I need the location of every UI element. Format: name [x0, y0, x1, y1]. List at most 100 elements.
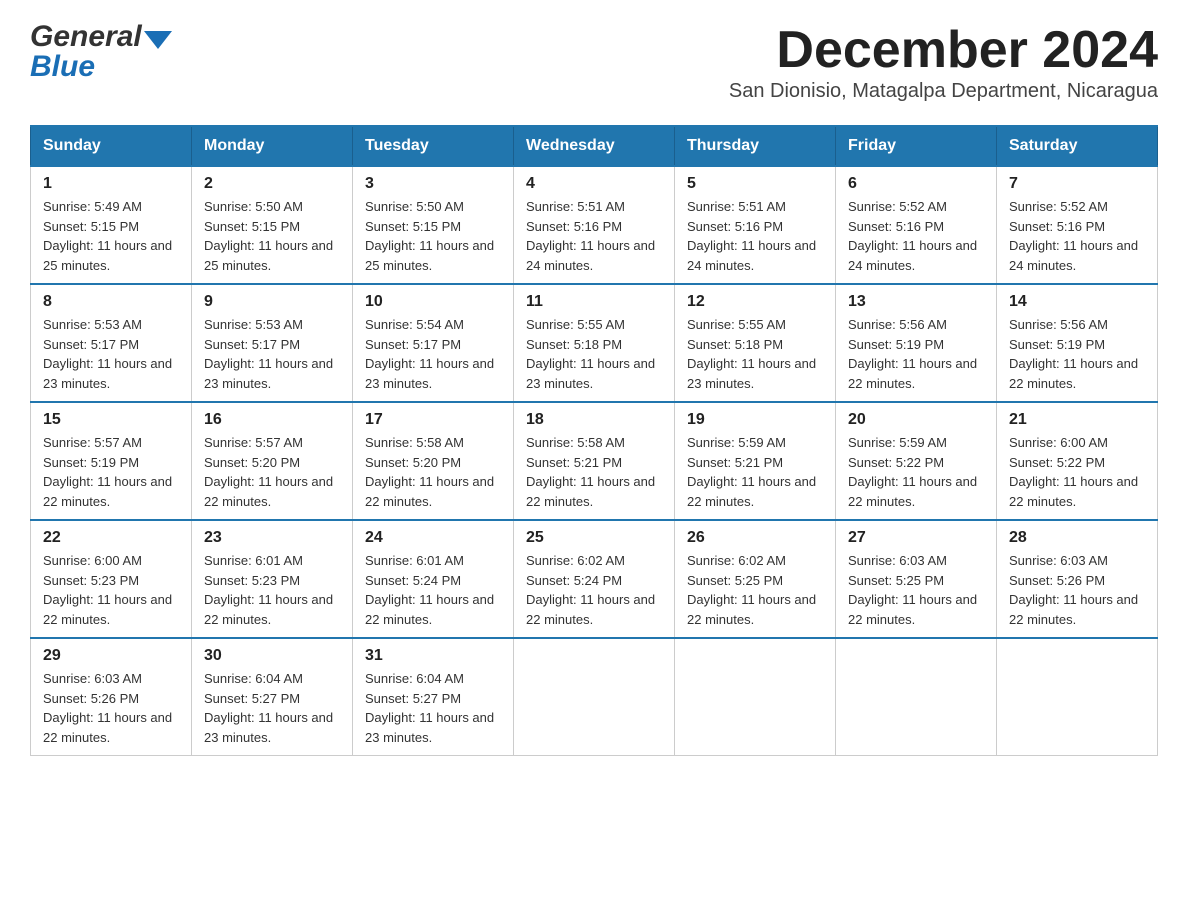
day-number: 7 — [1009, 175, 1145, 193]
table-row: 19 Sunrise: 5:59 AM Sunset: 5:21 PM Dayl… — [675, 402, 836, 520]
day-info: Sunrise: 6:04 AM Sunset: 5:27 PM Dayligh… — [365, 669, 501, 747]
table-row: 24 Sunrise: 6:01 AM Sunset: 5:24 PM Dayl… — [353, 520, 514, 638]
logo-arrow-icon — [144, 31, 172, 49]
day-info: Sunrise: 6:02 AM Sunset: 5:25 PM Dayligh… — [687, 551, 823, 629]
day-number: 5 — [687, 175, 823, 193]
table-row: 23 Sunrise: 6:01 AM Sunset: 5:23 PM Dayl… — [192, 520, 353, 638]
day-number: 20 — [848, 411, 984, 429]
day-number: 29 — [43, 647, 179, 665]
table-row — [997, 638, 1158, 756]
table-row: 27 Sunrise: 6:03 AM Sunset: 5:25 PM Dayl… — [836, 520, 997, 638]
col-sunday: Sunday — [31, 126, 192, 166]
day-number: 31 — [365, 647, 501, 665]
day-number: 6 — [848, 175, 984, 193]
location-subtitle: San Dionisio, Matagalpa Department, Nica… — [729, 80, 1158, 103]
table-row: 21 Sunrise: 6:00 AM Sunset: 5:22 PM Dayl… — [997, 402, 1158, 520]
month-title: December 2024 — [729, 20, 1158, 80]
day-number: 27 — [848, 529, 984, 547]
day-number: 26 — [687, 529, 823, 547]
table-row: 8 Sunrise: 5:53 AM Sunset: 5:17 PM Dayli… — [31, 284, 192, 402]
table-row: 15 Sunrise: 5:57 AM Sunset: 5:19 PM Dayl… — [31, 402, 192, 520]
table-row — [836, 638, 997, 756]
calendar-table: Sunday Monday Tuesday Wednesday Thursday… — [30, 125, 1158, 756]
day-info: Sunrise: 5:53 AM Sunset: 5:17 PM Dayligh… — [43, 315, 179, 393]
day-number: 28 — [1009, 529, 1145, 547]
page-header: General Blue December 2024 San Dionisio,… — [30, 20, 1158, 117]
logo: General Blue — [30, 20, 172, 84]
table-row: 18 Sunrise: 5:58 AM Sunset: 5:21 PM Dayl… — [514, 402, 675, 520]
day-info: Sunrise: 5:59 AM Sunset: 5:21 PM Dayligh… — [687, 433, 823, 511]
table-row: 16 Sunrise: 5:57 AM Sunset: 5:20 PM Dayl… — [192, 402, 353, 520]
table-row: 31 Sunrise: 6:04 AM Sunset: 5:27 PM Dayl… — [353, 638, 514, 756]
day-number: 16 — [204, 411, 340, 429]
day-info: Sunrise: 5:55 AM Sunset: 5:18 PM Dayligh… — [687, 315, 823, 393]
day-info: Sunrise: 5:59 AM Sunset: 5:22 PM Dayligh… — [848, 433, 984, 511]
day-info: Sunrise: 6:01 AM Sunset: 5:23 PM Dayligh… — [204, 551, 340, 629]
day-info: Sunrise: 5:56 AM Sunset: 5:19 PM Dayligh… — [1009, 315, 1145, 393]
table-row: 20 Sunrise: 5:59 AM Sunset: 5:22 PM Dayl… — [836, 402, 997, 520]
day-info: Sunrise: 5:52 AM Sunset: 5:16 PM Dayligh… — [848, 197, 984, 275]
table-row: 2 Sunrise: 5:50 AM Sunset: 5:15 PM Dayli… — [192, 166, 353, 284]
table-row: 13 Sunrise: 5:56 AM Sunset: 5:19 PM Dayl… — [836, 284, 997, 402]
table-row: 14 Sunrise: 5:56 AM Sunset: 5:19 PM Dayl… — [997, 284, 1158, 402]
table-row: 26 Sunrise: 6:02 AM Sunset: 5:25 PM Dayl… — [675, 520, 836, 638]
day-info: Sunrise: 5:54 AM Sunset: 5:17 PM Dayligh… — [365, 315, 501, 393]
day-info: Sunrise: 6:00 AM Sunset: 5:22 PM Dayligh… — [1009, 433, 1145, 511]
day-info: Sunrise: 5:57 AM Sunset: 5:20 PM Dayligh… — [204, 433, 340, 511]
day-info: Sunrise: 6:00 AM Sunset: 5:23 PM Dayligh… — [43, 551, 179, 629]
table-row: 11 Sunrise: 5:55 AM Sunset: 5:18 PM Dayl… — [514, 284, 675, 402]
table-row — [514, 638, 675, 756]
col-tuesday: Tuesday — [353, 126, 514, 166]
day-number: 8 — [43, 293, 179, 311]
day-number: 15 — [43, 411, 179, 429]
day-number: 22 — [43, 529, 179, 547]
table-row: 7 Sunrise: 5:52 AM Sunset: 5:16 PM Dayli… — [997, 166, 1158, 284]
table-row: 4 Sunrise: 5:51 AM Sunset: 5:16 PM Dayli… — [514, 166, 675, 284]
day-number: 14 — [1009, 293, 1145, 311]
day-info: Sunrise: 5:55 AM Sunset: 5:18 PM Dayligh… — [526, 315, 662, 393]
day-info: Sunrise: 6:03 AM Sunset: 5:25 PM Dayligh… — [848, 551, 984, 629]
table-row: 22 Sunrise: 6:00 AM Sunset: 5:23 PM Dayl… — [31, 520, 192, 638]
day-number: 2 — [204, 175, 340, 193]
day-info: Sunrise: 5:52 AM Sunset: 5:16 PM Dayligh… — [1009, 197, 1145, 275]
day-number: 24 — [365, 529, 501, 547]
day-info: Sunrise: 5:58 AM Sunset: 5:20 PM Dayligh… — [365, 433, 501, 511]
day-info: Sunrise: 5:51 AM Sunset: 5:16 PM Dayligh… — [526, 197, 662, 275]
col-monday: Monday — [192, 126, 353, 166]
day-info: Sunrise: 6:03 AM Sunset: 5:26 PM Dayligh… — [1009, 551, 1145, 629]
table-row: 12 Sunrise: 5:55 AM Sunset: 5:18 PM Dayl… — [675, 284, 836, 402]
day-number: 21 — [1009, 411, 1145, 429]
day-number: 11 — [526, 293, 662, 311]
table-row: 1 Sunrise: 5:49 AM Sunset: 5:15 PM Dayli… — [31, 166, 192, 284]
day-info: Sunrise: 5:49 AM Sunset: 5:15 PM Dayligh… — [43, 197, 179, 275]
day-number: 9 — [204, 293, 340, 311]
table-row: 6 Sunrise: 5:52 AM Sunset: 5:16 PM Dayli… — [836, 166, 997, 284]
day-info: Sunrise: 5:53 AM Sunset: 5:17 PM Dayligh… — [204, 315, 340, 393]
table-row: 25 Sunrise: 6:02 AM Sunset: 5:24 PM Dayl… — [514, 520, 675, 638]
day-number: 17 — [365, 411, 501, 429]
day-number: 10 — [365, 293, 501, 311]
day-info: Sunrise: 5:50 AM Sunset: 5:15 PM Dayligh… — [365, 197, 501, 275]
calendar-week-row: 15 Sunrise: 5:57 AM Sunset: 5:19 PM Dayl… — [31, 402, 1158, 520]
calendar-week-row: 8 Sunrise: 5:53 AM Sunset: 5:17 PM Dayli… — [31, 284, 1158, 402]
day-number: 19 — [687, 411, 823, 429]
day-number: 1 — [43, 175, 179, 193]
day-info: Sunrise: 6:04 AM Sunset: 5:27 PM Dayligh… — [204, 669, 340, 747]
table-row: 5 Sunrise: 5:51 AM Sunset: 5:16 PM Dayli… — [675, 166, 836, 284]
col-wednesday: Wednesday — [514, 126, 675, 166]
day-info: Sunrise: 5:57 AM Sunset: 5:19 PM Dayligh… — [43, 433, 179, 511]
table-row: 30 Sunrise: 6:04 AM Sunset: 5:27 PM Dayl… — [192, 638, 353, 756]
day-info: Sunrise: 5:50 AM Sunset: 5:15 PM Dayligh… — [204, 197, 340, 275]
day-info: Sunrise: 6:02 AM Sunset: 5:24 PM Dayligh… — [526, 551, 662, 629]
calendar-week-row: 22 Sunrise: 6:00 AM Sunset: 5:23 PM Dayl… — [31, 520, 1158, 638]
day-number: 18 — [526, 411, 662, 429]
table-row: 17 Sunrise: 5:58 AM Sunset: 5:20 PM Dayl… — [353, 402, 514, 520]
table-row: 29 Sunrise: 6:03 AM Sunset: 5:26 PM Dayl… — [31, 638, 192, 756]
calendar-header-row: Sunday Monday Tuesday Wednesday Thursday… — [31, 126, 1158, 166]
day-number: 23 — [204, 529, 340, 547]
day-number: 25 — [526, 529, 662, 547]
day-number: 12 — [687, 293, 823, 311]
col-thursday: Thursday — [675, 126, 836, 166]
logo-general-text: General — [30, 20, 142, 54]
logo-blue-text: Blue — [30, 50, 172, 84]
